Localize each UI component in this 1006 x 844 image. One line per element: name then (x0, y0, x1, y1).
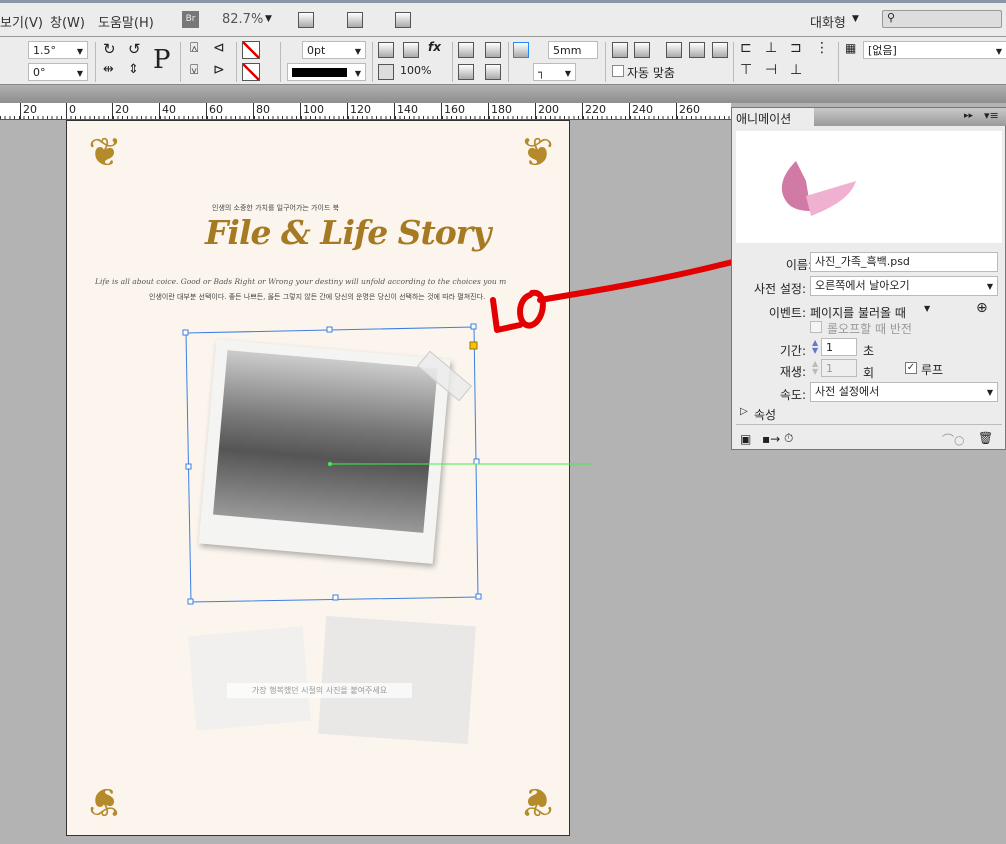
properties-label[interactable]: 속성 (754, 406, 776, 423)
selection-handle[interactable] (182, 329, 189, 336)
speed-dropdown[interactable]: 사전 설정에서 (810, 382, 998, 402)
name-value: 사진_가족_흑백.psd (815, 255, 910, 268)
panel-tab-label: 애니메이션 (736, 112, 792, 126)
preview-spread-icon[interactable]: ▣ (740, 432, 751, 446)
add-event-icon[interactable]: ⊕ (976, 300, 988, 316)
name-input[interactable]: 사진_가족_흑백.psd (810, 252, 998, 272)
duration-input[interactable]: 1 (821, 338, 857, 356)
play-input[interactable]: 1 (821, 359, 857, 377)
panel-tab-animation[interactable]: 애니메이션 (732, 108, 814, 127)
speed-value: 사전 설정에서 (815, 385, 880, 398)
divider (736, 424, 1002, 425)
preset-value: 오른쪽에서 날아오기 (815, 279, 910, 292)
play-label: 재생: (779, 365, 806, 379)
animation-panel: 애니메이션 ▸▸ ▾≡ 이름: 사진_가족_흑백.psd 사전 설정: 오른쪽에… (731, 107, 1006, 450)
properties-expand-icon[interactable]: ▷ (740, 406, 748, 417)
rollover-reverse-checkbox[interactable] (810, 321, 822, 333)
play-value: 1 (826, 362, 833, 375)
show-animation-proxy-icon[interactable]: ▪→ (762, 432, 780, 446)
motion-path-start (328, 462, 332, 466)
play-stepper[interactable]: ▲ ▼ (812, 360, 818, 376)
play-unit: 회 (863, 366, 875, 380)
timing-panel-icon[interactable]: ⏱ (784, 431, 793, 446)
duration-label: 기간: (779, 344, 806, 358)
convert-to-motion-path-icon[interactable]: ⌒○ (942, 431, 964, 448)
speed-label: 속도: (779, 388, 806, 402)
duration-value: 1 (826, 341, 833, 354)
name-label: 이름: (785, 258, 812, 272)
delete-icon[interactable]: 🗑 (978, 431, 993, 445)
rollover-reverse-label: 롤오프할 때 반전 (827, 322, 912, 336)
selection-handle[interactable] (332, 594, 339, 601)
loop-label: 루프 (921, 363, 944, 377)
duration-stepper[interactable]: ▲ ▼ (812, 339, 818, 355)
loop-checkbox[interactable]: ✓ (905, 362, 917, 374)
event-dropdown-icon[interactable]: ▼ (924, 304, 930, 313)
annotation-l (490, 297, 523, 333)
preset-dropdown[interactable]: 오른쪽에서 날아오기 (810, 276, 998, 296)
butterfly-icon (781, 161, 856, 216)
animation-preview (736, 131, 1002, 243)
selection-handle[interactable] (470, 323, 477, 330)
event-dropdown[interactable]: 페이지를 불러올 때 (810, 304, 906, 321)
selection-handle[interactable] (475, 593, 482, 600)
selection-handle[interactable] (187, 598, 194, 605)
content-grabber-handle[interactable] (469, 341, 478, 350)
panel-menu-icon[interactable]: ▾≡ (984, 109, 999, 122)
event-label: 이벤트: (768, 306, 806, 320)
selection-handle[interactable] (473, 458, 480, 465)
selection-handle[interactable] (185, 463, 192, 470)
panel-collapse-icon[interactable]: ▸▸ (964, 111, 973, 121)
preset-label: 사전 설정: (753, 282, 806, 296)
duration-unit: 초 (863, 344, 875, 358)
selection-handle[interactable] (326, 326, 333, 333)
